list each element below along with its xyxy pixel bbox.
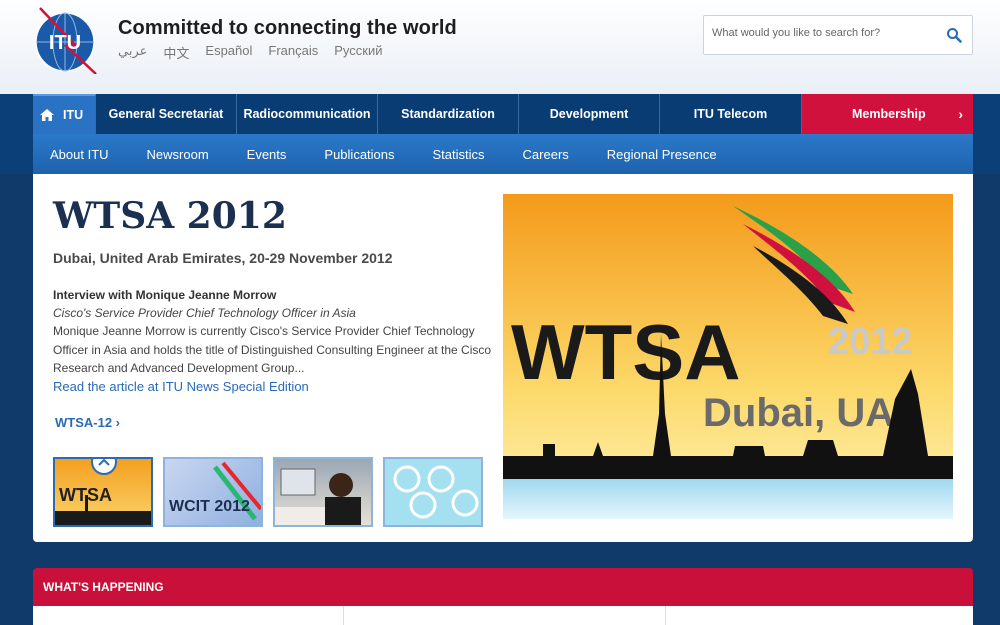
thumbnail-strip: WTSA WCIT 2012 (53, 457, 483, 527)
lang-russian[interactable]: Русский (334, 43, 382, 62)
wtsa-hero-image[interactable]: WTSA 2012 Dubai, UAE (503, 194, 953, 519)
wtsa12-link[interactable]: WTSA-12 › (55, 415, 120, 430)
subnav-events[interactable]: Events (247, 147, 287, 162)
search-input[interactable] (712, 27, 937, 39)
subnav-careers[interactable]: Careers (523, 147, 569, 162)
whats-happening-bar: WHAT'S HAPPENING (33, 568, 973, 606)
subnav-regional-presence[interactable]: Regional Presence (607, 147, 717, 162)
svg-text:2012: 2012 (828, 321, 913, 363)
student-thumb-art (275, 468, 361, 525)
thumbnail-wtsa[interactable]: WTSA (53, 457, 153, 527)
sub-nav: About ITU Newsroom Events Publications S… (33, 134, 973, 174)
nav-item-label: Membership (852, 107, 926, 121)
subnav-about-itu[interactable]: About ITU (50, 147, 109, 162)
svg-text:WCIT 2012: WCIT 2012 (169, 498, 250, 515)
whats-happening-label: WHAT'S HAPPENING (43, 580, 164, 594)
nav-item-development[interactable]: Development (519, 94, 660, 134)
lang-spanish[interactable]: Español (205, 43, 252, 62)
interview-body: Monique Jeanne Morrow is currently Cisco… (53, 324, 492, 375)
feature-subtitle: Dubai, United Arab Emirates, 20-29 Novem… (53, 250, 393, 266)
chevron-up-icon (98, 459, 110, 466)
chevron-right-icon: › (958, 106, 963, 122)
interview-role: Cisco's Service Provider Chief Technolog… (53, 306, 356, 320)
nav-item-membership[interactable]: Membership › (802, 94, 973, 134)
nav-item-radiocommunication[interactable]: Radiocommunication (237, 94, 378, 134)
thumbnail-student[interactable] (273, 457, 373, 527)
nav-item-itu[interactable]: ITU (33, 94, 96, 134)
selected-indicator (91, 459, 117, 475)
svg-text:WTSA: WTSA (511, 308, 741, 396)
main-nav: ITU General Secretariat Radiocommunicati… (33, 94, 973, 134)
tagline: Committed to connecting the world (118, 17, 457, 39)
happening-content (33, 606, 973, 625)
nav-item-general-secretariat[interactable]: General Secretariat (96, 94, 237, 134)
search-box (703, 15, 973, 55)
svg-text:ITU: ITU (49, 32, 81, 54)
itu-logo[interactable]: ITU (32, 6, 98, 74)
wcit-thumb-art: WCIT 2012 (169, 461, 261, 521)
thumbnail-wcit[interactable]: WCIT 2012 (163, 457, 263, 527)
search-icon[interactable] (946, 27, 962, 43)
site-header: ITU Committed to connecting the world عر… (0, 0, 1000, 94)
lang-french[interactable]: Français (268, 43, 318, 62)
lang-chinese[interactable]: 中文 (163, 43, 189, 62)
column-divider (343, 606, 344, 625)
feature-panel: WTSA 2012 Dubai, United Arab Emirates, 2… (33, 174, 973, 542)
subnav-newsroom[interactable]: Newsroom (147, 147, 209, 162)
subnav-statistics[interactable]: Statistics (433, 147, 485, 162)
nav-item-label: ITU (63, 108, 84, 122)
nav-item-itu-telecom[interactable]: ITU Telecom (660, 94, 802, 134)
column-divider (665, 606, 666, 625)
nav-item-standardization[interactable]: Standardization (378, 94, 519, 134)
power-thumb-art (393, 465, 479, 519)
language-selector: عربي 中文 Español Français Русский (118, 43, 383, 62)
interview-title: Interview with Monique Jeanne Morrow (53, 288, 277, 302)
subnav-publications[interactable]: Publications (324, 147, 394, 162)
thumbnail-power-icons[interactable] (383, 457, 483, 527)
home-icon (40, 109, 54, 121)
read-article-link[interactable]: Read the article at ITU News Special Edi… (53, 379, 309, 394)
feature-title: WTSA 2012 (53, 195, 287, 237)
lang-arabic[interactable]: عربي (118, 43, 147, 62)
svg-text:Dubai, UAE: Dubai, UAE (703, 391, 921, 435)
